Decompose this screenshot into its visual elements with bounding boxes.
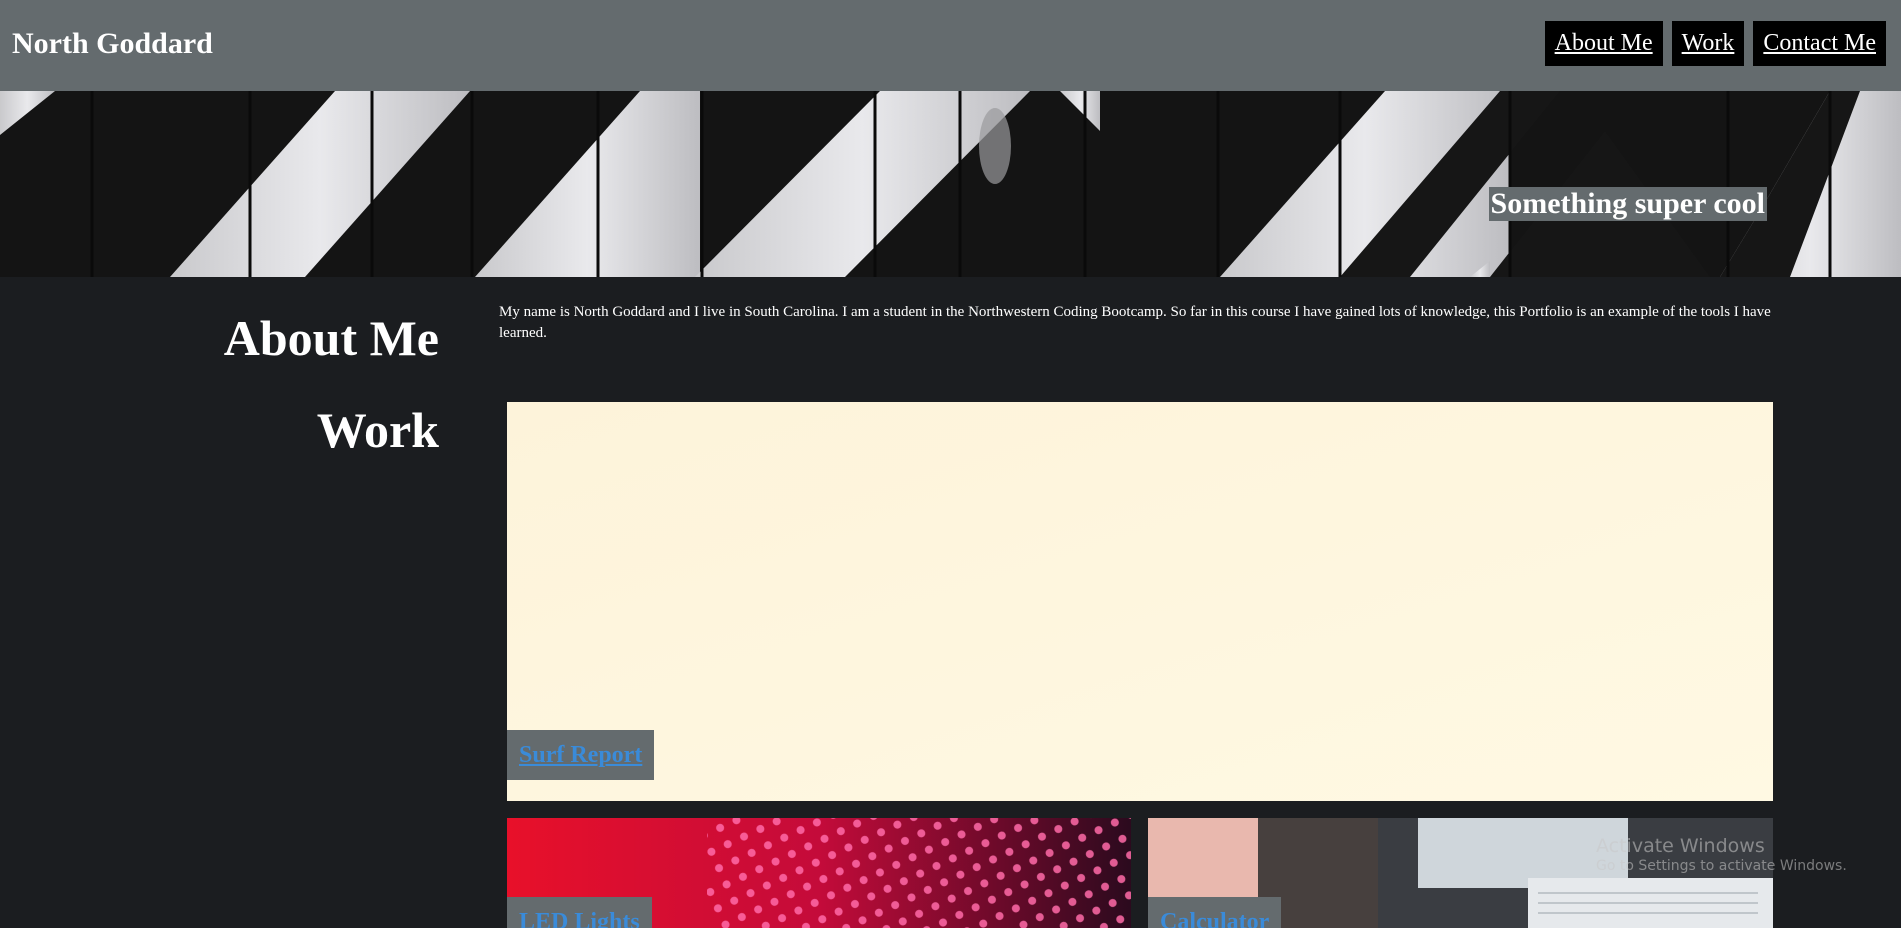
project-card-led-lights[interactable]: LED Lights [507,818,1131,928]
watermark-line2: Go to Settings to activate Windows. [1596,858,1847,874]
about-me-text: My name is North Goddard and I live in S… [499,304,1771,341]
hero-banner: Something super cool [0,91,1901,277]
site-header: North Goddard About Me Work Contact Me [0,0,1901,91]
surf-report-link[interactable]: Surf Report [519,742,642,768]
nav-contact-me-link[interactable]: Contact Me [1753,21,1886,66]
hero-tagline: Something super cool [1488,187,1767,221]
watermark-line1: Activate Windows [1596,835,1765,857]
main-nav: About Me Work Contact Me [1544,21,1886,66]
led-lights-label: LED Lights [507,897,652,928]
windows-activation-watermark: Activate Windows Go to Settings to activ… [1596,835,1847,875]
surf-report-image [507,402,1773,801]
led-lights-link[interactable]: LED Lights [519,909,640,928]
hero-striped-wood-image [0,91,1901,277]
project-card-surf-report[interactable]: Surf Report [507,402,1773,801]
about-me-heading: About Me [223,310,439,366]
nav-work-link[interactable]: Work [1671,21,1745,66]
work-heading: Work [316,402,439,458]
calculator-label: Calculator [1148,897,1282,928]
nav-about-me-link[interactable]: About Me [1544,21,1663,66]
site-title: North Goddard [12,27,213,60]
calculator-link[interactable]: Calculator [1160,909,1269,928]
surf-report-label: Surf Report [507,730,655,780]
